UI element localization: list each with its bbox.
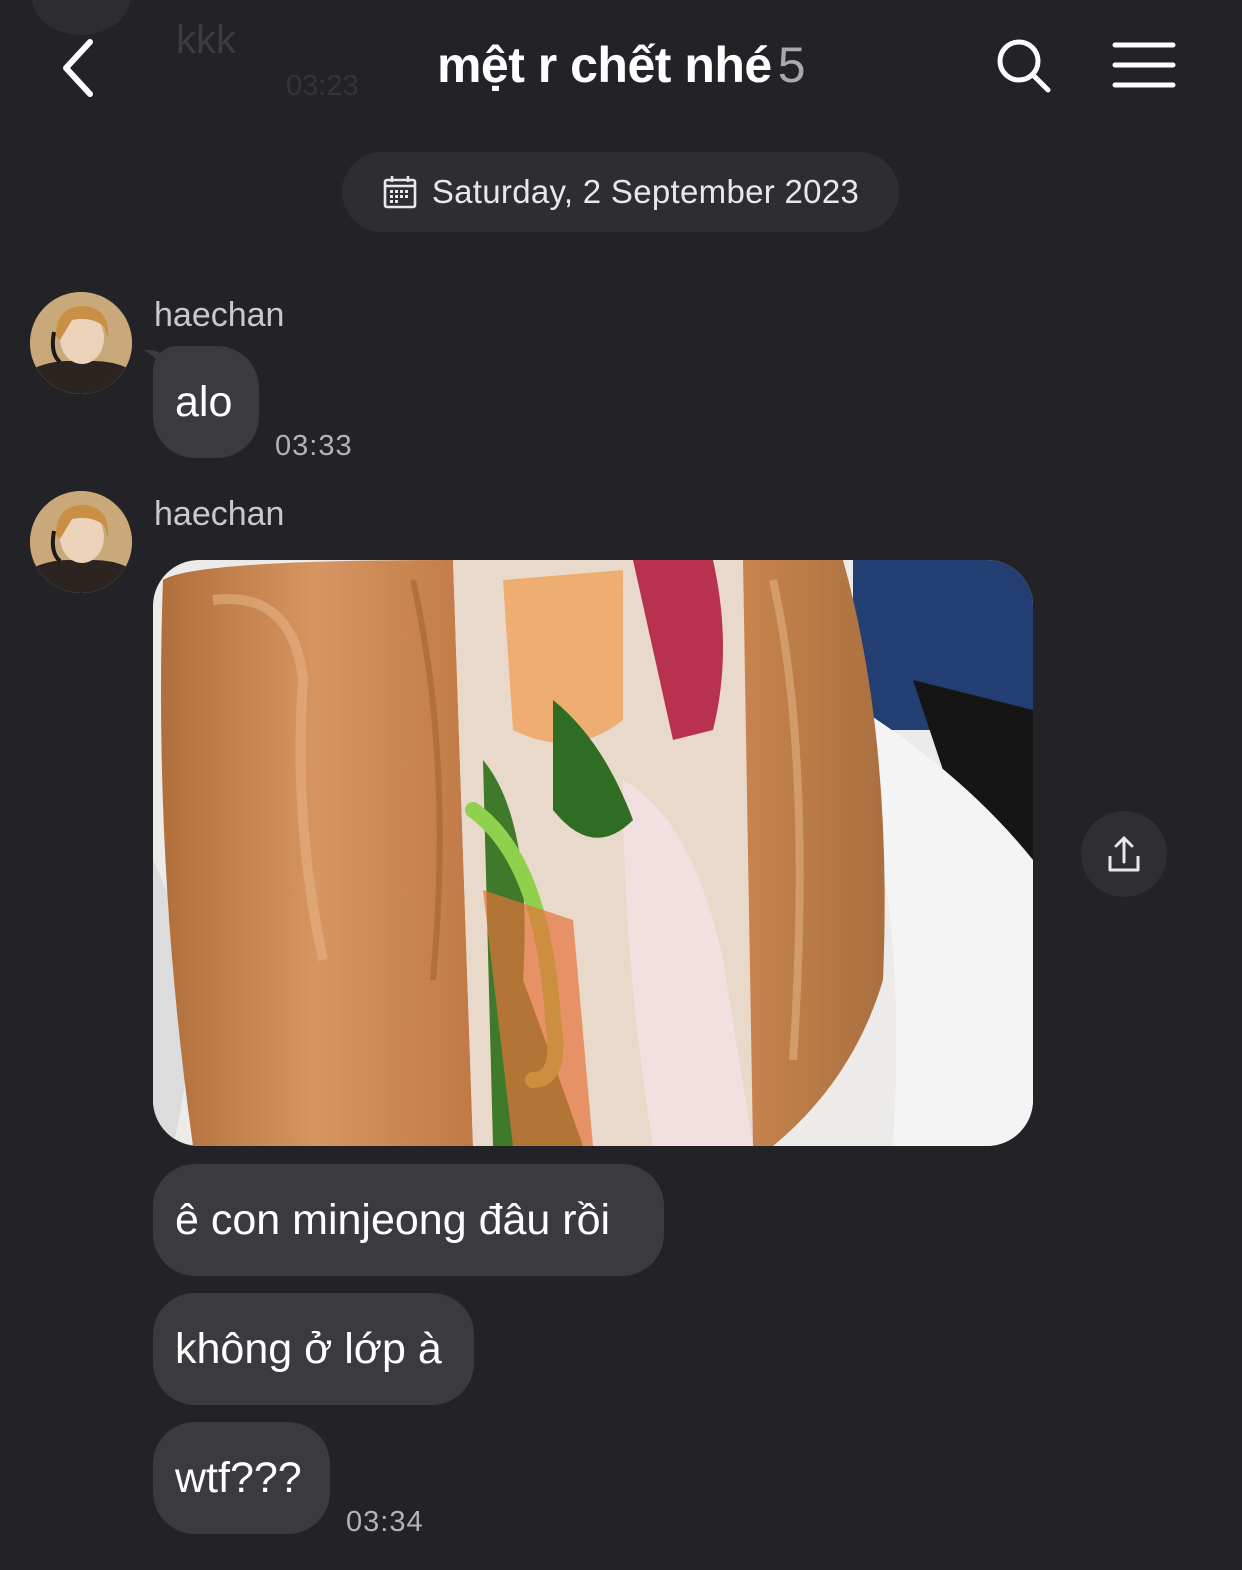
message-text: không ở lớp à bbox=[175, 1324, 442, 1373]
chat-header: mệt r chết nhé 5 bbox=[0, 0, 1242, 140]
share-icon bbox=[1108, 836, 1140, 872]
sandwich-photo bbox=[153, 560, 1033, 1146]
sender-name: haechan bbox=[154, 296, 285, 334]
avatar-photo bbox=[30, 491, 132, 593]
calendar-icon bbox=[383, 176, 417, 209]
member-count: 5 bbox=[777, 37, 806, 93]
message-bubble[interactable]: ê con minjeong đâu rồi bbox=[153, 1164, 664, 1276]
message-bubble[interactable]: wtf??? bbox=[153, 1422, 330, 1534]
avatar[interactable] bbox=[30, 491, 132, 593]
chat-title: mệt r chết nhé 5 bbox=[0, 36, 1242, 94]
menu-button[interactable] bbox=[1112, 40, 1176, 90]
message-time: 03:33 bbox=[275, 430, 353, 462]
search-icon bbox=[997, 39, 1051, 93]
avatar-photo bbox=[30, 292, 132, 394]
chat-title-name: mệt r chết nhé bbox=[436, 37, 772, 93]
date-separator: Saturday, 2 September 2023 bbox=[342, 152, 899, 232]
message-bubble[interactable]: alo bbox=[153, 346, 259, 458]
avatar[interactable] bbox=[30, 292, 132, 394]
share-button[interactable] bbox=[1081, 811, 1167, 897]
sender-name: haechan bbox=[154, 495, 285, 533]
message-bubble[interactable]: không ở lớp à bbox=[153, 1293, 474, 1405]
photo-message[interactable] bbox=[153, 560, 1033, 1146]
menu-icon bbox=[1112, 42, 1176, 88]
message-text: ê con minjeong đâu rồi bbox=[175, 1195, 611, 1244]
message-text: alo bbox=[175, 377, 233, 426]
date-text: Saturday, 2 September 2023 bbox=[431, 173, 860, 210]
search-button[interactable] bbox=[994, 36, 1054, 96]
message-time: 03:34 bbox=[346, 1506, 424, 1538]
message-text: wtf??? bbox=[175, 1453, 302, 1502]
